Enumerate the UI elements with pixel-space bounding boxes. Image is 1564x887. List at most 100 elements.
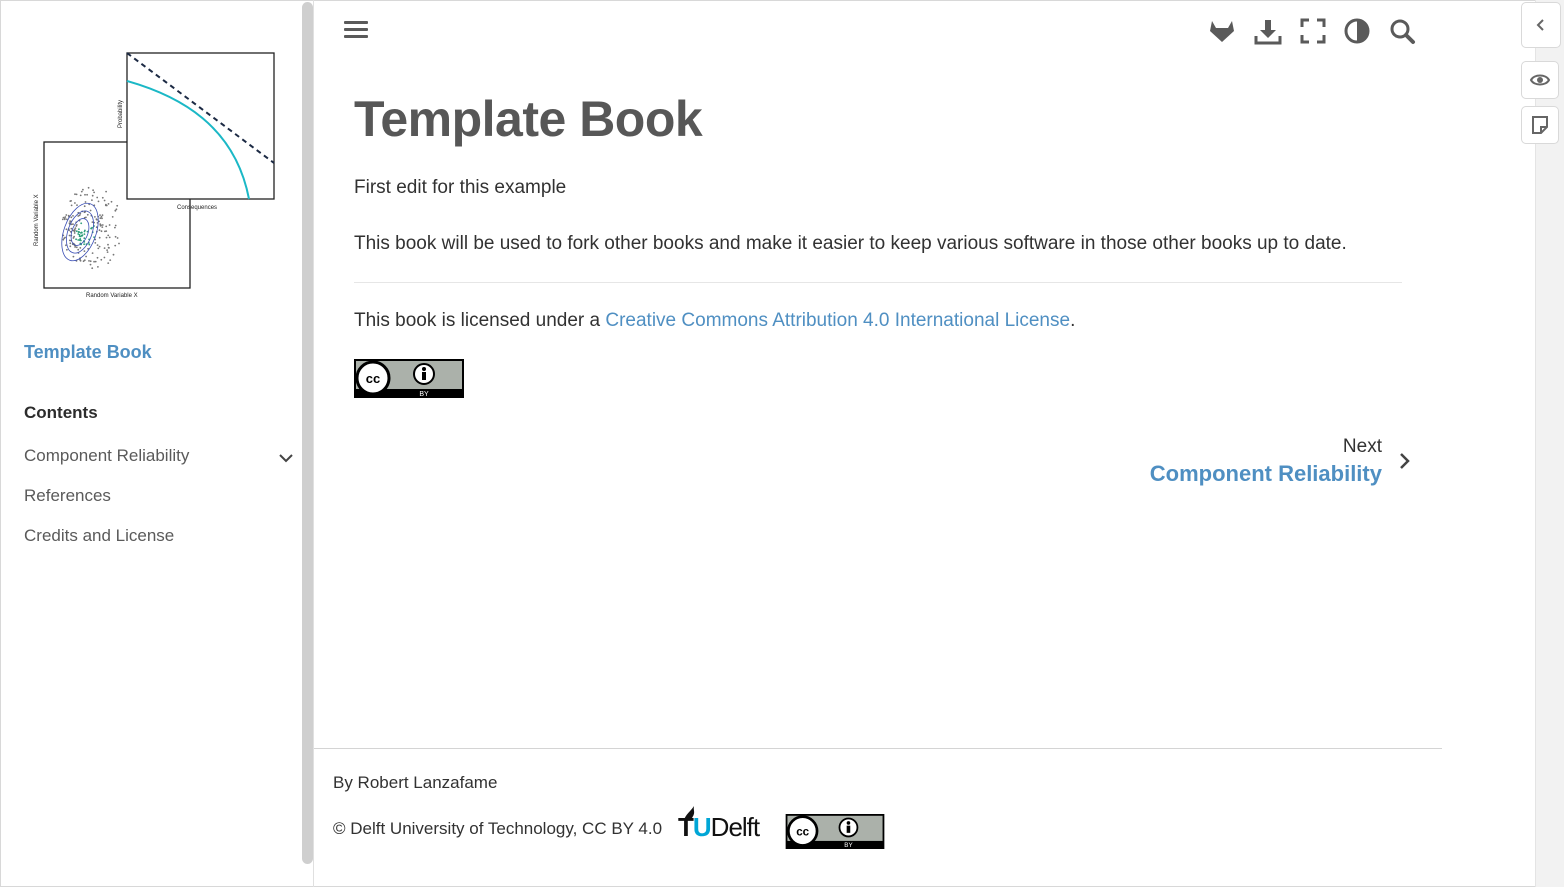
eye-icon <box>1529 74 1551 86</box>
logo-scatter-point <box>82 188 84 191</box>
logo-scatter-point <box>74 246 76 248</box>
chevron-down-icon[interactable] <box>276 448 296 468</box>
annotate-button[interactable] <box>1521 106 1559 144</box>
logo-scatter-point <box>107 234 110 237</box>
logo-ylabel-x2: Random Variable X <box>34 194 40 246</box>
logo-scatter-point <box>90 227 93 230</box>
next-caption: Next <box>1342 436 1382 457</box>
cc-badge-by: BY <box>419 391 429 398</box>
logo-scatter-point <box>72 255 75 258</box>
book-logo[interactable]: Probability Consequences Random Variable… <box>30 46 280 302</box>
logo-scatter-point <box>108 236 111 239</box>
logo-scatter-point <box>96 256 99 259</box>
download-icon[interactable] <box>1253 16 1283 46</box>
logo-scatter-point <box>97 266 99 268</box>
logo-scatter-point <box>78 214 81 217</box>
sidebar: Probability Consequences Random Variable… <box>2 2 300 884</box>
logo-scatter-point <box>107 262 110 264</box>
tu-u: U <box>692 812 712 842</box>
logo-scatter-point <box>75 230 78 233</box>
logo-scatter-point <box>114 244 117 247</box>
logo-scatter-point <box>78 235 81 238</box>
logo-scatter-point <box>88 260 90 262</box>
search-icon[interactable] <box>1387 16 1417 46</box>
license-prefix: This book is licensed under a <box>354 310 606 331</box>
logo-scatter-point <box>83 243 85 246</box>
footer-cc-badge-by: BY <box>844 842 853 849</box>
footer-author: By Robert Lanzafame <box>333 773 498 792</box>
logo-scatter-point <box>62 238 65 241</box>
logo-scatter-point <box>70 204 73 207</box>
tudelft-wordmark: TUDelft <box>678 812 760 843</box>
sidebar-book-title[interactable]: Template Book <box>24 342 152 363</box>
logo-scatter-point <box>107 203 110 205</box>
logo-scatter-point <box>108 247 110 249</box>
description-paragraph: This book will be used to fork other boo… <box>354 233 1347 254</box>
logo-scatter-point <box>101 226 104 229</box>
logo-scatter-point <box>89 260 92 263</box>
logo-scatter-point <box>69 242 72 245</box>
sidebar-scrollbar[interactable] <box>302 2 313 864</box>
fullscreen-icon[interactable] <box>1298 16 1328 46</box>
sidebar-item-component-reliability[interactable]: Component Reliability <box>24 446 189 466</box>
logo-scatter-point <box>74 193 76 196</box>
logo-scatter-point <box>96 244 99 247</box>
theme-toggle-icon[interactable] <box>1342 16 1372 46</box>
cc-badge-cc: cc <box>366 371 380 386</box>
sidebar-item-references[interactable]: References <box>24 486 111 506</box>
logo-scatter-point <box>86 213 89 216</box>
next-title: Component Reliability <box>1149 461 1382 486</box>
logo-scatter-point <box>114 235 117 238</box>
collapse-panel-button[interactable] <box>1521 2 1561 48</box>
logo-scatter-point <box>80 222 83 225</box>
view-annotations-button[interactable] <box>1521 61 1559 99</box>
logo-scatter-point <box>80 190 83 193</box>
logo-scatter-point <box>73 235 75 238</box>
logo-scatter-point <box>73 232 76 234</box>
next-page-link[interactable]: Next Component Reliability <box>1100 436 1420 492</box>
logo-ylabel-probability: Probability <box>118 100 124 128</box>
logo-scatter-point <box>89 263 92 266</box>
license-paragraph: This book is licensed under a Creative C… <box>354 310 1075 332</box>
license-link[interactable]: Creative Commons Attribution 4.0 Interna… <box>605 310 1070 331</box>
section-divider <box>354 282 1402 283</box>
logo-scatter-point <box>94 216 96 218</box>
logo-scatter-point <box>112 253 115 256</box>
logo-scatter-point <box>83 259 86 262</box>
logo-scatter-point <box>101 214 104 217</box>
menu-toggle-button[interactable] <box>342 17 370 45</box>
logo-scatter-point <box>85 255 87 258</box>
cc-by-badge[interactable]: cc BY <box>354 359 464 403</box>
logo-scatter-point <box>85 216 87 219</box>
logo-scatter-point <box>61 218 64 221</box>
logo-scatter-point <box>66 248 68 251</box>
menu-bar <box>344 35 368 38</box>
logo-scatter-point <box>116 237 119 239</box>
logo-scatter-point <box>70 227 73 230</box>
logo-scatter-point <box>65 228 68 231</box>
tudelft-logo[interactable]: TUDelft <box>678 806 770 844</box>
logo-scatter-point <box>77 233 80 235</box>
logo-scatter-point <box>100 215 103 218</box>
footer-divider <box>314 748 1442 749</box>
gitlab-icon[interactable] <box>1207 16 1237 46</box>
logo-scatter-point <box>98 245 101 248</box>
logo-scatter-point <box>79 247 82 249</box>
tu-delft: Delft <box>710 812 760 842</box>
logo-scatter-point <box>96 218 98 221</box>
logo-scatter-point <box>96 196 99 199</box>
logo-scatter-point <box>83 205 86 208</box>
logo-scatter-point <box>76 204 78 207</box>
footer-cc-badge[interactable]: cc BY <box>785 814 885 854</box>
logo-scatter-point <box>75 193 78 196</box>
logo-scatter-point <box>75 238 77 241</box>
logo-scatter-point <box>91 194 94 197</box>
logo-xlabel-x1: Random Variable X <box>86 293 138 299</box>
logo-scatter-point <box>62 216 65 219</box>
logo-scatter-point <box>101 224 104 226</box>
logo-scatter-point <box>109 259 112 261</box>
sidebar-item-credits-and-license[interactable]: Credits and License <box>24 526 174 546</box>
logo-scatter-point <box>114 226 116 229</box>
logo-scatter-point <box>77 248 80 251</box>
logo-scatter-point <box>86 193 88 196</box>
